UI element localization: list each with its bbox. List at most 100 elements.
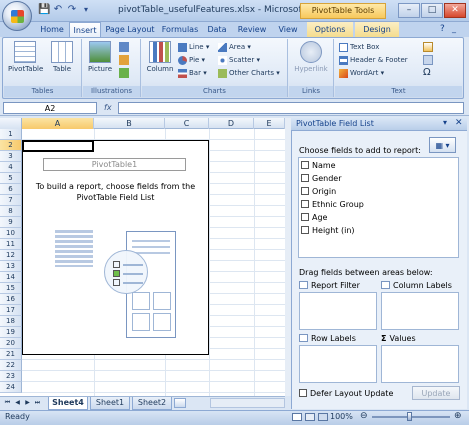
clip-art-icon[interactable] [119, 42, 129, 52]
field-item[interactable]: Gender [301, 173, 341, 184]
scatter-chart-button[interactable]: Scatter ▾ [218, 55, 260, 66]
report-filter-drop-area[interactable] [299, 292, 377, 330]
line-chart-button[interactable]: Line ▾ [178, 42, 209, 53]
row-header-17[interactable]: 17 [0, 305, 22, 316]
page-layout-view-icon[interactable] [305, 413, 315, 421]
column-header-a[interactable]: A [22, 118, 94, 129]
row-header-10[interactable]: 10 [0, 228, 22, 239]
area-chart-button[interactable]: Area ▾ [218, 42, 251, 53]
normal-view-icon[interactable] [292, 413, 302, 421]
object-icon[interactable] [423, 55, 433, 65]
pie-chart-button[interactable]: Pie ▾ [178, 55, 205, 66]
field-list-layout-button[interactable]: ▦ ▾ [429, 137, 456, 153]
field-item[interactable]: Name [301, 160, 336, 171]
row-header-6[interactable]: 6 [0, 184, 22, 195]
symbol-icon[interactable]: Ω [423, 67, 431, 78]
tab-view[interactable]: View [273, 22, 303, 37]
field-checkbox[interactable] [301, 187, 309, 195]
hyperlink-button[interactable]: Hyperlink [293, 41, 329, 73]
wordart-button[interactable]: WordArt ▾ [339, 68, 384, 79]
redo-icon[interactable]: ↷ [66, 4, 78, 16]
tab-data[interactable]: Data [203, 22, 231, 37]
pane-options-icon[interactable]: ▾ [443, 118, 447, 127]
row-header-2[interactable]: 2 [0, 140, 22, 151]
values-drop-area[interactable] [381, 345, 459, 383]
insert-sheet-icon[interactable] [174, 398, 186, 408]
field-checkbox[interactable] [301, 174, 309, 182]
tab-options[interactable]: Options [307, 22, 353, 37]
row-header-18[interactable]: 18 [0, 316, 22, 327]
maximize-button[interactable]: □ [421, 3, 443, 18]
tab-review[interactable]: Review [233, 22, 271, 37]
zoom-out-icon[interactable]: ⊖ [360, 411, 368, 421]
zoom-level[interactable]: 100% [330, 412, 353, 421]
sheet-tab-sheet2[interactable]: Sheet2 [132, 397, 172, 410]
name-box[interactable]: A2 [3, 102, 97, 114]
row-header-14[interactable]: 14 [0, 272, 22, 283]
pivottable-button[interactable]: PivotTable [8, 41, 43, 73]
field-checkbox[interactable] [301, 200, 309, 208]
tab-page-layout[interactable]: Page Layout [103, 22, 157, 37]
tab-formulas[interactable]: Formulas [159, 22, 201, 37]
field-item[interactable]: Ethnic Group [301, 199, 364, 210]
row-header-21[interactable]: 21 [0, 349, 22, 360]
first-sheet-icon[interactable]: ⏮ [3, 398, 12, 407]
row-header-19[interactable]: 19 [0, 327, 22, 338]
row-header-13[interactable]: 13 [0, 261, 22, 272]
row-header-9[interactable]: 9 [0, 217, 22, 228]
text-box-button[interactable]: Text Box [339, 42, 379, 53]
undo-icon[interactable]: ↶ [52, 4, 64, 16]
field-item[interactable]: Origin [301, 186, 336, 197]
field-item[interactable]: Age [301, 212, 327, 223]
office-button[interactable] [2, 1, 32, 31]
sheet-tab-sheet4[interactable]: Sheet4 [48, 397, 88, 410]
insert-function-button[interactable]: fx [104, 102, 116, 114]
select-all-corner[interactable] [0, 118, 22, 129]
row-header-8[interactable]: 8 [0, 206, 22, 217]
prev-sheet-icon[interactable]: ◀ [13, 398, 22, 407]
minimize-button[interactable]: – [398, 3, 420, 18]
update-button[interactable]: Update [412, 386, 460, 400]
help-icon[interactable]: ? [440, 24, 445, 34]
ribbon-minimize-icon[interactable]: _ [452, 24, 456, 33]
field-checkbox[interactable] [301, 161, 309, 169]
row-header-24[interactable]: 24 [0, 382, 22, 393]
field-checkbox[interactable] [301, 213, 309, 221]
active-cell-a2[interactable] [22, 140, 94, 152]
zoom-in-icon[interactable]: ⊕ [454, 411, 462, 421]
column-header-b[interactable]: B [94, 118, 165, 129]
row-header-5[interactable]: 5 [0, 173, 22, 184]
shapes-icon[interactable] [119, 55, 129, 65]
row-header-1[interactable]: 1 [0, 129, 22, 140]
other-charts-button[interactable]: Other Charts ▾ [218, 68, 280, 79]
formula-input[interactable] [118, 102, 464, 114]
sheet-tab-sheet1[interactable]: Sheet1 [90, 397, 130, 410]
column-labels-drop-area[interactable] [381, 292, 459, 330]
row-header-22[interactable]: 22 [0, 360, 22, 371]
row-header-4[interactable]: 4 [0, 162, 22, 173]
zoom-slider-thumb[interactable] [407, 412, 412, 421]
last-sheet-icon[interactable]: ⏭ [33, 398, 42, 407]
row-header-16[interactable]: 16 [0, 294, 22, 305]
tab-home[interactable]: Home [36, 22, 68, 37]
customize-qat-icon[interactable]: ▾ [80, 4, 92, 16]
page-break-view-icon[interactable] [318, 413, 328, 421]
tab-design[interactable]: Design [355, 22, 399, 37]
picture-button[interactable]: Picture [85, 41, 115, 73]
row-header-7[interactable]: 7 [0, 195, 22, 206]
column-header-e[interactable]: E [254, 118, 285, 129]
row-labels-drop-area[interactable] [299, 345, 377, 383]
tab-insert[interactable]: Insert [69, 22, 101, 37]
row-header-12[interactable]: 12 [0, 250, 22, 261]
row-header-11[interactable]: 11 [0, 239, 22, 250]
field-item[interactable]: Height (in) [301, 225, 355, 236]
field-checkbox[interactable] [301, 226, 309, 234]
defer-layout-checkbox[interactable] [299, 389, 307, 397]
next-sheet-icon[interactable]: ▶ [23, 398, 32, 407]
row-header-23[interactable]: 23 [0, 371, 22, 382]
pane-close-icon[interactable]: ✕ [455, 118, 463, 128]
horizontal-scrollbar[interactable] [210, 398, 285, 408]
column-header-c[interactable]: C [165, 118, 209, 129]
column-chart-button[interactable]: Column [144, 41, 176, 73]
pivottable-placeholder[interactable] [22, 140, 209, 355]
